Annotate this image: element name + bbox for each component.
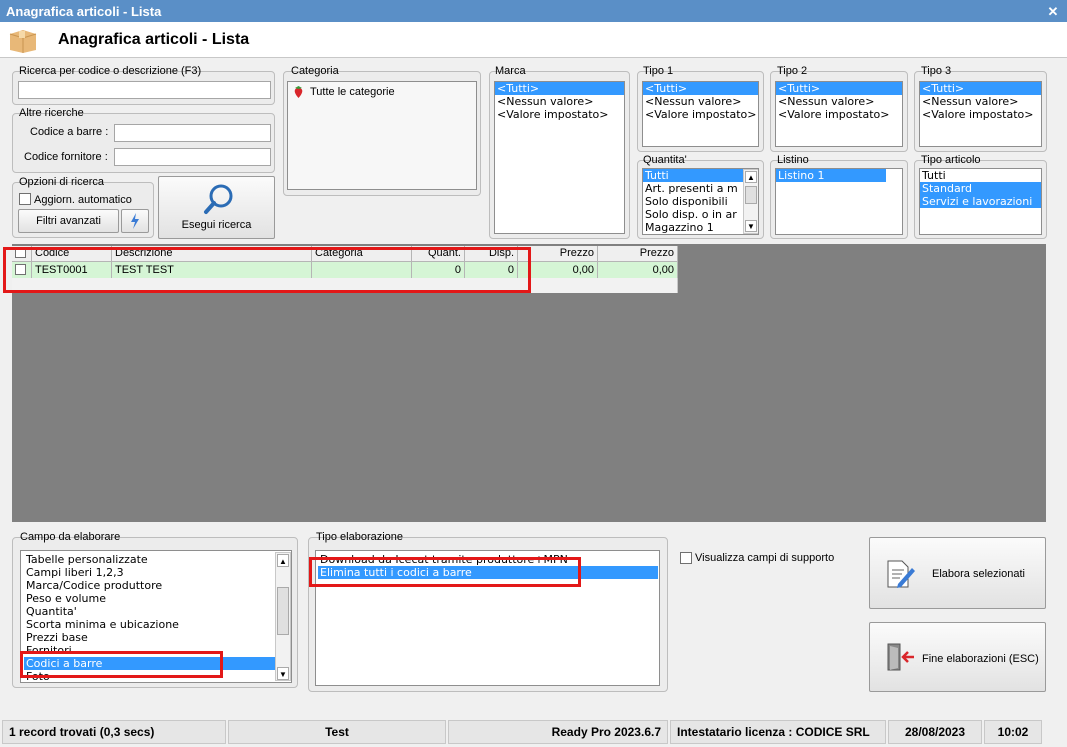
barcode-input[interactable] (114, 124, 271, 142)
list-item[interactable]: Tutti (920, 169, 1041, 182)
list-item[interactable]: Tutti (643, 169, 744, 182)
supplier-code-label: Codice fornitore : (24, 151, 108, 163)
list-item[interactable]: <Nessun valore> (776, 95, 902, 108)
support-fields-checkbox[interactable] (680, 552, 692, 564)
list-item[interactable]: Prezzi base (24, 631, 277, 644)
list-item[interactable]: <Tutti> (643, 82, 758, 95)
quantity-list[interactable]: Tutti Art. presenti a m Solo disponibili… (642, 168, 759, 235)
execute-search-button[interactable]: Esegui ricerca (158, 176, 275, 239)
brand-label: Marca (495, 65, 526, 77)
scroll-thumb[interactable] (277, 587, 289, 635)
type2-list[interactable]: <Tutti> <Nessun valore> <Valore impostat… (775, 81, 903, 147)
field-to-process-label: Campo da elaborare (20, 531, 121, 543)
highlight-barcode-field (20, 651, 223, 678)
exit-door-icon (887, 643, 914, 671)
type1-list[interactable]: <Tutti> <Nessun valore> <Valore impostat… (642, 81, 759, 147)
execute-search-label: Esegui ricerca (181, 219, 252, 231)
window-title-bar: Anagrafica articoli - Lista (0, 0, 1067, 22)
list-item[interactable]: <Valore impostato> (495, 108, 624, 121)
list-item[interactable]: <Valore impostato> (776, 108, 902, 121)
list-item[interactable]: Solo disponibili (643, 195, 744, 208)
other-search-label: Altre ricerche (19, 107, 84, 119)
list-item[interactable]: <Valore impostato> (643, 108, 758, 121)
price-list-label: Listino (777, 154, 809, 166)
page-title: Anagrafica articoli - Lista (58, 31, 250, 48)
list-item[interactable]: <Tutti> (776, 82, 902, 95)
type3-list[interactable]: <Tutti> <Nessun valore> <Valore impostat… (919, 81, 1042, 147)
highlight-grid-row (3, 247, 531, 293)
list-item[interactable]: <Tutti> (495, 82, 624, 95)
cell-price2[interactable]: 0,00 (598, 262, 678, 278)
type1-label: Tipo 1 (643, 65, 674, 77)
auto-update-checkbox[interactable] (19, 193, 31, 205)
lightning-button[interactable] (121, 209, 149, 233)
scroll-thumb[interactable] (745, 186, 757, 204)
field-list-scrollbar[interactable]: ▲ ▼ (275, 552, 291, 681)
end-processing-button[interactable]: Fine elaborazioni (ESC) (869, 622, 1046, 692)
window-title: Anagrafica articoli - Lista (6, 4, 162, 19)
process-selected-button[interactable]: Elabora selezionati (869, 537, 1046, 609)
quantity-label: Quantita' (643, 154, 687, 166)
support-fields-label: Visualizza campi di supporto (695, 552, 835, 564)
close-button[interactable]: ✕ (1044, 4, 1062, 20)
list-item[interactable]: <Nessun valore> (643, 95, 758, 108)
search-options-label: Opzioni di ricerca (19, 176, 104, 188)
process-selected-label: Elabora selezionati (932, 568, 1025, 580)
advanced-filters-button[interactable]: Filtri avanzati (18, 209, 119, 233)
search-input[interactable] (18, 81, 271, 99)
status-license: Intestatario licenza : CODICE SRL (670, 720, 886, 744)
scroll-down-icon[interactable]: ▼ (745, 220, 757, 232)
status-records: 1 record trovati (0,3 secs) (2, 720, 226, 744)
list-item[interactable]: Tabelle personalizzate (24, 553, 277, 566)
brand-list[interactable]: <Tutti> <Nessun valore> <Valore impostat… (494, 81, 625, 234)
highlight-delete-barcodes (309, 557, 581, 587)
list-item[interactable]: Scorta minima e ubicazione (24, 618, 277, 631)
item-type-label: Tipo articolo (921, 154, 981, 166)
strawberry-icon (292, 85, 305, 102)
list-item[interactable]: Magazzino 1 (643, 221, 744, 234)
auto-update-label: Aggiorn. automatico (34, 194, 132, 206)
list-item[interactable]: <Valore impostato> (920, 108, 1041, 121)
list-item[interactable]: Marca/Codice produttore (24, 579, 277, 592)
category-label: Categoria (291, 65, 339, 77)
price-list-list[interactable]: Listino 1 (775, 168, 903, 235)
category-all[interactable]: Tutte le categorie (310, 86, 395, 98)
list-item[interactable]: Servizi e lavorazioni (920, 195, 1041, 208)
grid-header-price2[interactable]: Prezzo (598, 246, 678, 262)
status-date: 28/08/2023 (888, 720, 982, 744)
status-version: Ready Pro 2023.6.7 (448, 720, 668, 744)
list-item[interactable]: <Nessun valore> (495, 95, 624, 108)
list-item[interactable]: Standard (920, 182, 1041, 195)
list-item[interactable]: <Nessun valore> (920, 95, 1041, 108)
status-time: 10:02 (984, 720, 1042, 744)
scroll-up-icon[interactable]: ▲ (277, 554, 289, 567)
box-icon (9, 30, 37, 53)
quantity-scrollbar[interactable]: ▲ ▼ (743, 169, 758, 234)
magnifier-icon (204, 184, 233, 214)
list-item[interactable]: Peso e volume (24, 592, 277, 605)
list-item[interactable]: <Tutti> (920, 82, 1041, 95)
edit-document-icon (887, 560, 915, 588)
barcode-label: Codice a barre : (30, 126, 109, 138)
lightning-icon (131, 213, 139, 229)
list-item[interactable]: Art. presenti a m (643, 182, 744, 195)
list-item[interactable]: Quantita' (24, 605, 277, 618)
end-processing-label: Fine elaborazioni (ESC) (922, 653, 1039, 665)
status-database: Test (228, 720, 446, 744)
type2-label: Tipo 2 (777, 65, 808, 77)
search-group-label: Ricerca per codice o descrizione (F3) (19, 65, 202, 77)
scroll-down-icon[interactable]: ▼ (277, 667, 289, 680)
list-item[interactable]: Listino 1 (776, 169, 886, 182)
type3-label: Tipo 3 (921, 65, 952, 77)
scroll-up-icon[interactable]: ▲ (745, 171, 757, 183)
list-item[interactable]: Campi liberi 1,2,3 (24, 566, 277, 579)
processing-type-label: Tipo elaborazione (316, 531, 404, 543)
item-type-list[interactable]: Tutti Standard Servizi e lavorazioni (919, 168, 1042, 235)
category-tree[interactable]: Tutte le categorie (287, 81, 477, 190)
supplier-code-input[interactable] (114, 148, 271, 166)
list-item[interactable]: Solo disp. o in ar (643, 208, 744, 221)
